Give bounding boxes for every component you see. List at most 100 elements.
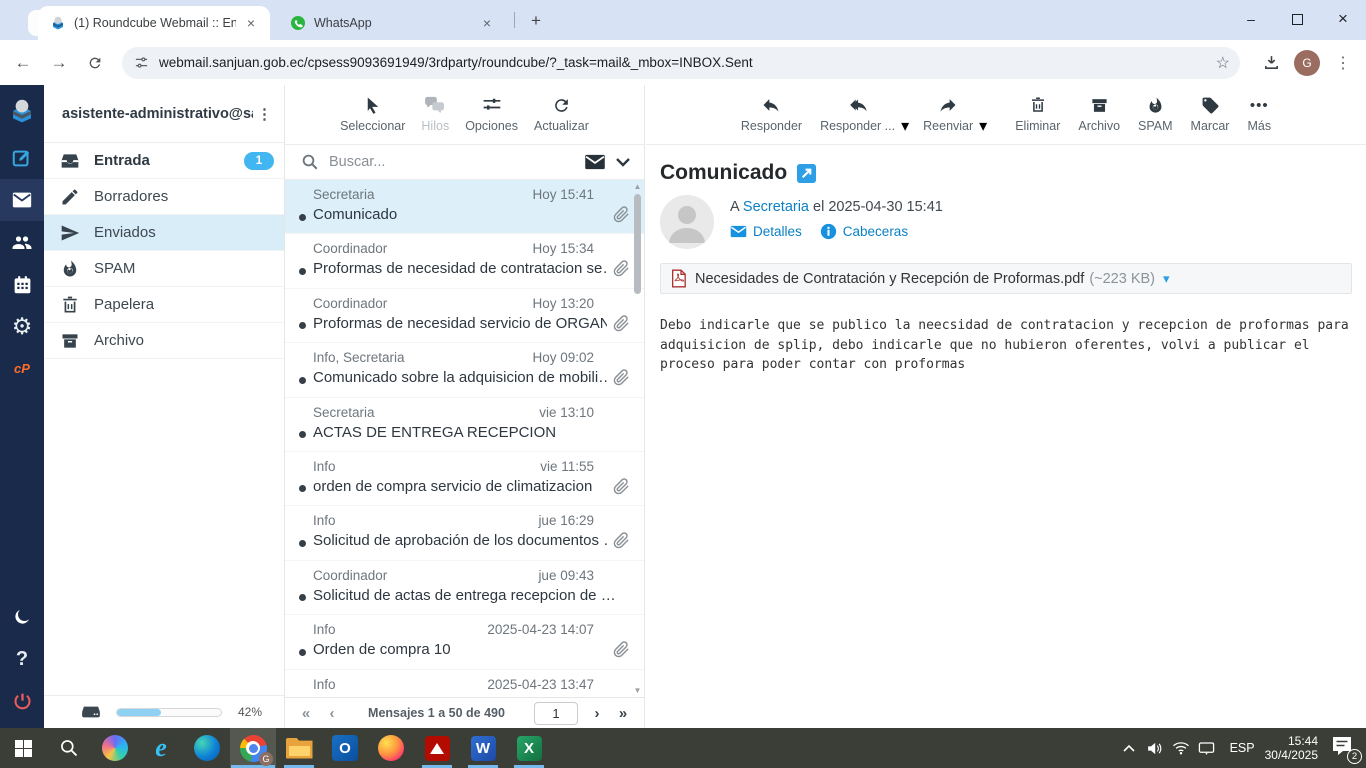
firefox-button[interactable] [368,728,414,768]
search-options-chevron-icon[interactable] [616,158,630,167]
reply-button[interactable]: Responder [737,94,806,133]
tab-roundcube[interactable]: (1) Roundcube Webmail :: Envia × [38,6,270,40]
sidebar-item-borradores[interactable]: Borradores [44,179,284,215]
acrobat-button[interactable] [414,728,460,768]
attachment-menu-icon[interactable]: ▾ [1163,271,1170,287]
details-toggle[interactable]: Detalles [730,223,802,240]
wifi-icon[interactable] [1168,741,1194,755]
rail-contacts-button[interactable] [0,221,44,263]
open-in-new-window-icon[interactable] [797,164,816,183]
internet-explorer-button[interactable]: e [138,728,184,768]
select-button[interactable]: Seleccionar [336,94,409,133]
delete-button[interactable]: Eliminar [1011,94,1064,133]
last-page-button[interactable]: » [610,705,636,722]
language-indicator[interactable]: ESP [1230,741,1255,755]
rail-settings-button[interactable]: ⚙ [0,305,44,347]
rail-calendar-button[interactable] [0,263,44,305]
more-button[interactable]: ••• Más [1243,94,1275,133]
forward-dropdown-icon[interactable]: ▾ [979,116,987,136]
message-row[interactable]: Info2025-04-23 14:07 Orden de compra 10 [285,615,644,669]
cast-icon[interactable] [1194,741,1220,755]
word-button[interactable]: W [460,728,506,768]
file-explorer-button[interactable] [276,728,322,768]
reload-button[interactable] [80,48,110,78]
url-text[interactable]: webmail.sanjuan.gob.ec/cpsess9093691949/… [159,55,1208,70]
forward-button[interactable]: → [44,48,74,78]
message-row[interactable]: CoordinadorHoy 15:34 Proformas de necesi… [285,234,644,288]
tray-chevron-up-icon[interactable] [1116,744,1142,752]
message-row[interactable]: Infovie 11:55 orden de compra servicio d… [285,452,644,506]
message-row[interactable]: SecretariaHoy 15:41 Comunicado [285,180,644,234]
msg-sender: Secretaria [313,187,375,202]
browser-menu-button[interactable]: ⋮ [1328,48,1358,78]
help-button[interactable]: ? [0,638,44,680]
rail-mail-button[interactable] [0,179,44,221]
headers-toggle[interactable]: Cabeceras [820,223,908,240]
reply-all-button[interactable]: Responder ... [816,94,899,133]
tab-whatsapp[interactable]: WhatsApp × [278,6,506,40]
calendar-icon [12,274,33,295]
sidebar-item-papelera[interactable]: Papelera [44,287,284,323]
new-tab-button[interactable]: + [524,9,548,33]
sidebar-item-enviados[interactable]: Enviados [44,215,284,251]
next-page-button[interactable]: › [584,705,610,722]
refresh-button[interactable]: Actualizar [530,94,593,133]
close-button[interactable]: × [1320,0,1366,38]
search-input[interactable] [329,154,578,170]
prev-page-button[interactable]: ‹ [319,705,345,722]
options-button[interactable]: Opciones [461,94,522,133]
recipient-link[interactable]: Secretaria [743,199,809,215]
downloads-button[interactable] [1256,48,1286,78]
spam-button[interactable]: SPAM [1134,94,1177,133]
site-settings-icon[interactable] [134,55,149,70]
message-row[interactable]: Secretariavie 13:10 ACTAS DE ENTREGA REC… [285,398,644,452]
message-row[interactable]: Coordinadorjue 09:43 Solicitud de actas … [285,561,644,615]
archive-button[interactable]: Archivo [1074,94,1124,133]
first-page-button[interactable]: « [293,705,319,722]
notification-center-button[interactable]: 2 [1330,735,1360,761]
sidebar-item-archivo[interactable]: Archivo [44,323,284,359]
back-button[interactable]: ← [8,48,38,78]
message-row[interactable]: Info2025-04-23 13:47 [285,670,644,697]
copilot-button[interactable] [92,728,138,768]
attachment-bar[interactable]: Necesidades de Contratación y Recepción … [660,263,1352,294]
tab-close-icon[interactable]: × [478,14,496,32]
cpanel-logo[interactable]: cP [0,347,44,389]
quota-bar [116,708,222,717]
address-bar[interactable]: webmail.sanjuan.gob.ec/cpsess9093691949/… [122,47,1240,79]
forward-button-mail[interactable]: Reenviar [919,94,977,133]
excel-button[interactable]: X [506,728,552,768]
scrollbar-thumb[interactable] [634,194,641,294]
scrollbar-up-icon[interactable]: ▲ [632,182,643,191]
message-row[interactable]: Infojue 16:29 Solicitud de aprobación de… [285,506,644,560]
reply-dropdown-icon[interactable]: ▾ [901,116,909,136]
dark-mode-button[interactable] [0,596,44,638]
edge-button[interactable] [184,728,230,768]
chrome-button[interactable]: G [230,728,276,768]
message-row[interactable]: Info, SecretariaHoy 09:02 Comunicado sob… [285,343,644,397]
restore-button[interactable] [1274,0,1320,38]
tab-close-icon[interactable]: × [242,14,260,32]
attachment-filename[interactable]: Necesidades de Contratación y Recepción … [695,271,1084,287]
start-button[interactable] [0,728,46,768]
list-scrollbar[interactable]: ▲ ▼ [632,182,643,695]
bookmark-star-icon[interactable]: ☆ [1216,53,1230,73]
compose-button[interactable] [0,137,44,179]
sidebar-item-entrada[interactable]: Entrada 1 [44,143,284,179]
scrollbar-down-icon[interactable]: ▼ [632,686,643,695]
profile-avatar[interactable]: G [1292,48,1322,78]
outlook-button[interactable]: O [322,728,368,768]
minimize-button[interactable]: – [1228,0,1274,38]
threads-button[interactable]: Hilos [417,94,453,133]
account-menu-button[interactable]: ⋮ [253,105,276,123]
mark-button[interactable]: Marcar [1187,94,1234,133]
sidebar-item-spam[interactable]: SPAM [44,251,284,287]
message-row[interactable]: CoordinadorHoy 13:20 Proformas de necesi… [285,289,644,343]
search-scope-mail-icon[interactable] [584,154,606,170]
taskbar-search-button[interactable] [46,728,92,768]
logout-button[interactable] [0,680,44,722]
page-number-input[interactable] [534,702,578,725]
volume-icon[interactable] [1142,741,1168,756]
msg-sender: Coordinador [313,568,387,583]
clock[interactable]: 15:44 30/4/2025 [1265,734,1318,762]
